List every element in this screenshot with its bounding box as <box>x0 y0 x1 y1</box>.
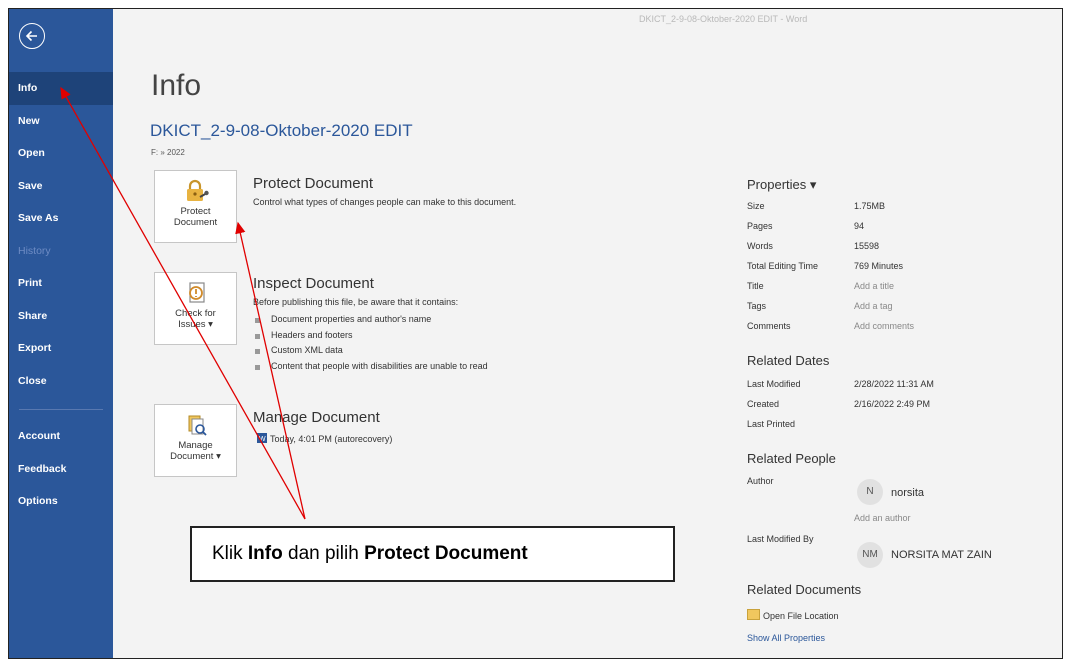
callout-middle: dan pilih <box>282 543 365 564</box>
word-backstage-window: Info New Open Save Save As History Print… <box>8 8 1063 659</box>
arrow-to-info <box>60 86 306 520</box>
arrow-to-protect <box>235 221 306 520</box>
instruction-callout: Klik Info dan pilih Protect Document <box>190 526 675 582</box>
callout-prefix: Klik <box>212 543 248 564</box>
callout-bold-info: Info <box>247 543 283 564</box>
callout-bold-protect: Protect Document <box>364 543 528 564</box>
